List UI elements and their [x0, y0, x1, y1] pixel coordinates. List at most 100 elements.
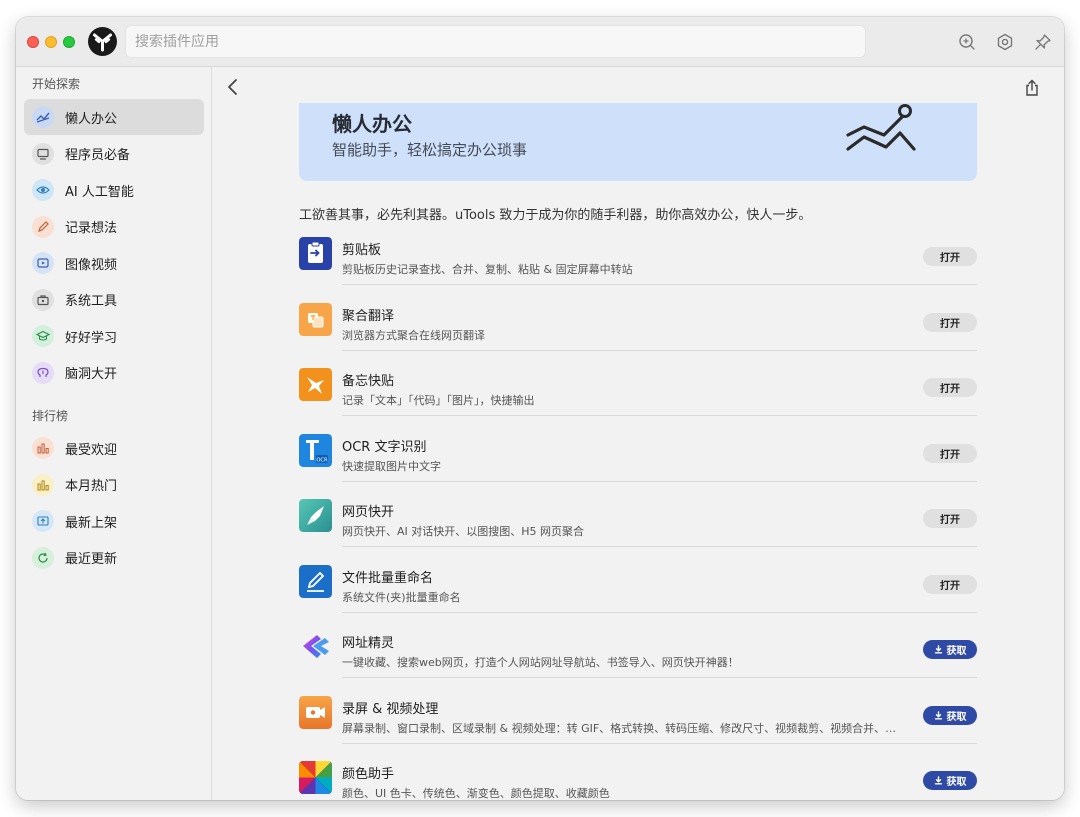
- sidebar-item-label: AI 人工智能: [65, 184, 134, 200]
- sidebar-item-monthly-hot[interactable]: 本月热门: [24, 467, 204, 503]
- share-icon[interactable]: [1022, 78, 1042, 98]
- sidebar: 开始探索 懒人办公 程序员必备 AI 人工智能 记录想法 图像视频 系统工具 好…: [16, 67, 212, 800]
- chart-wave-icon: [32, 106, 54, 128]
- plugin-description: 颜色、UI 色卡、传统色、渐变色、颜色提取、收藏颜色: [342, 787, 610, 800]
- plugin-name: OCR 文字识别: [342, 439, 427, 455]
- rename-pen-icon: [299, 564, 332, 598]
- sidebar-item-brainstorm[interactable]: 脑洞大开: [24, 355, 204, 391]
- upload-icon: [32, 510, 54, 532]
- category-intro: 工欲善其事，必先利其器。uTools 致力于成为你的随手利器，助你高效办公，快人…: [299, 208, 812, 223]
- plugin-row-translate[interactable]: 聚合翻译 浏览器方式聚合在线网页翻译 打开: [299, 300, 977, 366]
- sidebar-item-lazy-office[interactable]: 懒人办公: [24, 99, 204, 135]
- get-label: 获取: [946, 777, 967, 788]
- plugin-row-batch-rename[interactable]: 文件批量重命名 系统文件(夹)批量重命名 打开: [299, 562, 977, 628]
- plugin-description: 浏览器方式聚合在线网页翻译: [342, 328, 485, 342]
- sidebar-item-programmer[interactable]: 程序员必备: [24, 136, 204, 172]
- minimize-window-button[interactable]: [45, 36, 57, 48]
- clipboard-icon: [299, 237, 332, 270]
- divider: [342, 415, 977, 416]
- bar-chart-icon: [32, 437, 54, 459]
- sticky-star-icon: [299, 368, 332, 401]
- plugin-row-clipboard[interactable]: 剪贴板 剪贴板历史记录查找、合并、复制、粘贴 & 固定屏幕中转站 打开: [299, 234, 977, 300]
- plugin-row-web-quick-open[interactable]: 网页快开 网页快开、AI 对话快开、以图搜图、H5 网页聚合 打开: [299, 496, 977, 562]
- open-button[interactable]: 打开: [923, 574, 977, 594]
- download-icon: [934, 710, 942, 719]
- banner-title: 懒人办公: [332, 112, 412, 136]
- open-button[interactable]: 打开: [923, 443, 977, 463]
- sidebar-item-label: 懒人办公: [65, 111, 118, 127]
- download-icon: [934, 645, 942, 654]
- divider: [342, 742, 977, 744]
- plugin-name: 文件批量重命名: [342, 570, 434, 586]
- get-button[interactable]: 获取: [923, 640, 977, 659]
- sidebar-item-newest[interactable]: 最新上架: [24, 503, 204, 539]
- category-banner: 懒人办公 智能助手，轻松搞定办公琐事: [299, 103, 977, 181]
- svg-text:OCR: OCR: [316, 457, 328, 463]
- sidebar-item-notes[interactable]: 记录想法: [24, 209, 204, 245]
- app-window: 开始探索 懒人办公 程序员必备 AI 人工智能 记录想法: [16, 17, 1064, 800]
- sidebar-item-label: 图像视频: [65, 257, 118, 273]
- open-button[interactable]: 打开: [923, 312, 977, 332]
- divider: [342, 611, 977, 613]
- sidebar-item-media[interactable]: 图像视频: [24, 245, 204, 281]
- sidebar-item-label: 脑洞大开: [65, 367, 118, 382]
- section-title-explore: 开始探索: [32, 77, 81, 91]
- sidebar-item-recently-updated[interactable]: 最近更新: [24, 540, 204, 576]
- plugin-name: 聚合翻译: [342, 308, 395, 324]
- plugin-description: 系统文件(夹)批量重命名: [342, 590, 461, 604]
- divider: [342, 349, 977, 351]
- open-button[interactable]: 打开: [923, 378, 977, 397]
- get-button[interactable]: 获取: [923, 705, 977, 725]
- get-button[interactable]: 获取: [923, 771, 977, 790]
- monitor-icon: [32, 142, 54, 165]
- open-button[interactable]: 打开: [923, 247, 977, 266]
- url-sprite-icon: [299, 630, 332, 663]
- sidebar-item-system-tools[interactable]: 系统工具: [24, 282, 204, 318]
- divider: [342, 677, 977, 678]
- pencil-icon: [32, 215, 54, 238]
- section-title-ranking: 排行榜: [32, 409, 69, 423]
- plugin-row-ocr[interactable]: OCR OCR 文字识别 快速提取图片中文字 打开: [299, 431, 977, 497]
- sidebar-item-most-popular[interactable]: 最受欢迎: [24, 430, 204, 466]
- sidebar-item-label: 最受欢迎: [65, 442, 118, 458]
- search-input[interactable]: [125, 25, 866, 58]
- sidebar-item-label: 本月热门: [65, 479, 118, 494]
- settings-icon[interactable]: [995, 32, 1015, 52]
- download-icon: [934, 776, 942, 785]
- banner-subtitle: 智能助手，轻松搞定办公琐事: [332, 141, 528, 159]
- translate-icon: [299, 302, 332, 336]
- sidebar-item-label: 记录想法: [65, 221, 118, 236]
- zoom-in-icon[interactable]: [957, 32, 977, 52]
- eye-icon: [32, 179, 54, 201]
- plugin-name: 网址精灵: [342, 636, 395, 651]
- zoom-window-button[interactable]: [63, 36, 75, 48]
- get-label: 获取: [946, 646, 967, 657]
- plugin-name: 备忘快贴: [342, 374, 395, 389]
- plugin-name: 网页快开: [342, 505, 395, 520]
- utools-logo-icon[interactable]: [88, 27, 117, 56]
- plugin-row-url-sprite[interactable]: 网址精灵 一键收藏、搜索web网页，打造个人网站网址导航站、书签导入、网页快开神…: [299, 627, 977, 693]
- plugin-description: 记录「文本」「代码」「图片」，快捷输出: [342, 394, 535, 407]
- divider: [342, 284, 977, 285]
- plugin-row-color-helper[interactable]: 颜色助手 颜色、UI 色卡、传统色、渐变色、颜色提取、收藏颜色 获取: [299, 758, 977, 800]
- sidebar-item-label: 最近更新: [65, 552, 118, 567]
- title-bar: [16, 17, 1064, 67]
- plugin-description: 一键收藏、搜索web网页，打造个人网站网址导航站、书签导入、网页快开神器！: [342, 656, 739, 669]
- graduation-cap-icon: [32, 325, 54, 347]
- plugin-description: 快速提取图片中文字: [342, 459, 441, 473]
- plugin-name: 剪贴板: [342, 243, 382, 258]
- back-arrow-icon[interactable]: [223, 77, 243, 97]
- plugin-name: 颜色助手: [342, 767, 395, 782]
- sidebar-item-label: 好好学习: [65, 330, 118, 346]
- sidebar-item-ai[interactable]: AI 人工智能: [24, 172, 204, 208]
- close-window-button[interactable]: [27, 36, 39, 48]
- plugin-description: 剪贴板历史记录查找、合并、复制、粘贴 & 固定屏幕中转站: [342, 263, 633, 276]
- sidebar-item-study[interactable]: 好好学习: [24, 318, 204, 354]
- plugin-row-memo[interactable]: 备忘快贴 记录「文本」「代码」「图片」，快捷输出 打开: [299, 365, 977, 431]
- plugin-description: 网页快开、AI 对话快开、以图搜图、H5 网页聚合: [342, 525, 585, 538]
- pin-icon[interactable]: [1033, 32, 1053, 52]
- reclining-person-icon: [846, 104, 916, 151]
- video-icon: [32, 252, 54, 274]
- plugin-row-screen-record[interactable]: 录屏 & 视频处理 屏幕录制、窗口录制、区域录制 & 视频处理：转 GIF、格式…: [299, 693, 977, 759]
- open-button[interactable]: 打开: [923, 509, 977, 528]
